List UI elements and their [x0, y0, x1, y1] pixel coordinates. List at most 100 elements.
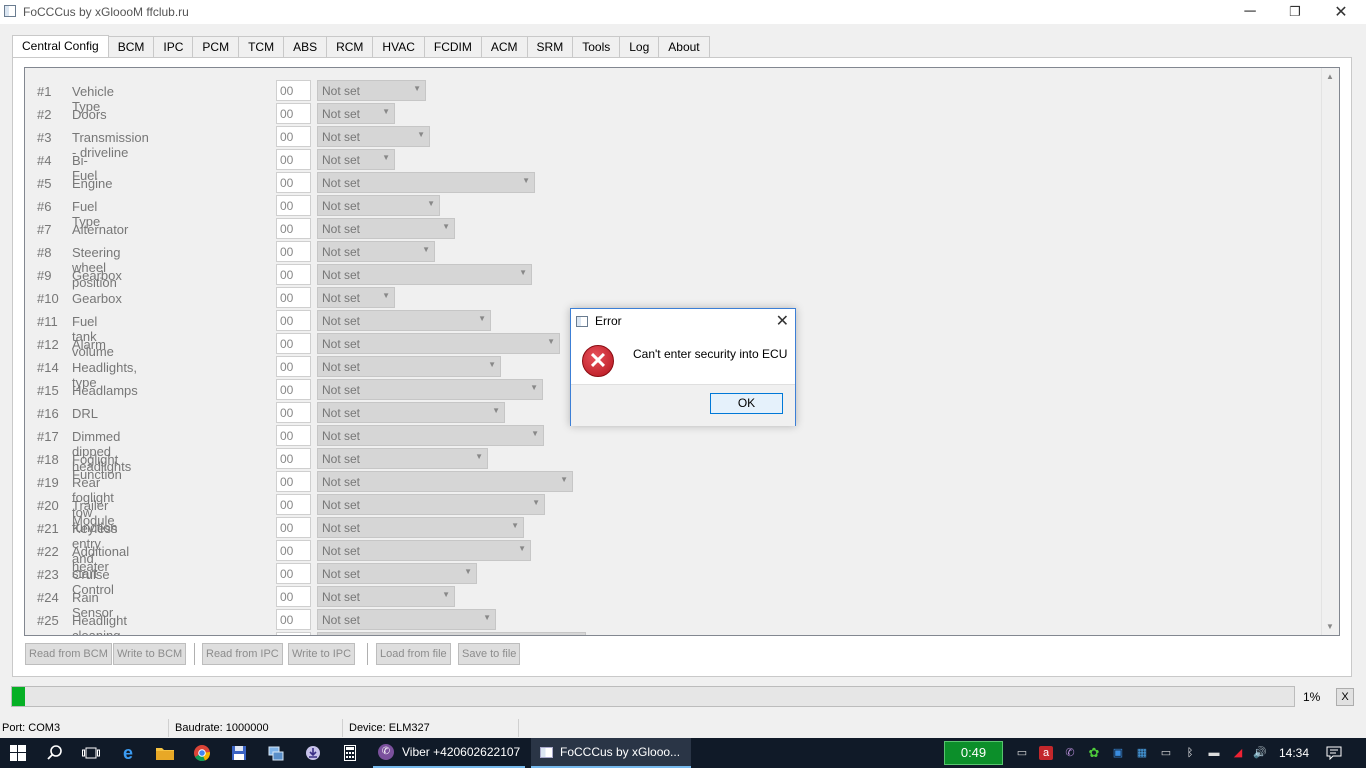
row-value-field[interactable]: 00	[276, 563, 311, 584]
tab-tcm[interactable]: TCM	[239, 36, 285, 58]
clock[interactable]: 14:34	[1274, 738, 1314, 768]
bluetooth-icon[interactable]: ᛒ	[1183, 746, 1197, 760]
save-disk-icon[interactable]	[225, 738, 253, 768]
row-option-select[interactable]: Not set ▼	[317, 80, 426, 101]
tab-ipc[interactable]: IPC	[154, 36, 194, 58]
wifi-disconnected-icon[interactable]: ◢	[1231, 746, 1245, 760]
row-option-select[interactable]: Not set ▼	[317, 172, 535, 193]
taskbar-app-foccus[interactable]: FoCCCus by xGlooo...	[531, 738, 691, 768]
row-value-field[interactable]: 00	[276, 80, 311, 101]
row-option-select[interactable]: Not set ▼	[317, 356, 501, 377]
row-value-field[interactable]: 00	[276, 149, 311, 170]
icq-icon[interactable]: ✿	[1087, 746, 1101, 760]
display-icon[interactable]: ▦	[1135, 746, 1149, 760]
task-view-icon[interactable]	[77, 738, 105, 768]
row-option-select[interactable]: Not set ▼	[317, 563, 477, 584]
load-file-button[interactable]: Load from file	[376, 643, 451, 665]
tab-abs[interactable]: ABS	[284, 36, 328, 58]
row-option-select[interactable]: Not set ▼	[317, 586, 455, 607]
row-option-select[interactable]: Not set ▼	[317, 425, 544, 446]
row-option-select[interactable]: Not set ▼	[317, 126, 430, 147]
row-value-field[interactable]: 00	[276, 333, 311, 354]
row-value-field[interactable]: 00	[276, 379, 311, 400]
row-value-field[interactable]: 00	[276, 103, 311, 124]
write-ipc-button[interactable]: Write to IPC	[288, 643, 356, 665]
row-value-field[interactable]: 00	[276, 494, 311, 515]
monitor-icon[interactable]: ▭	[1159, 746, 1173, 760]
chrome-icon[interactable]	[188, 738, 216, 768]
usb-icon[interactable]: ▣	[1111, 746, 1125, 760]
row-option-select[interactable]: Not set ▼	[317, 402, 505, 423]
tab-tools[interactable]: Tools	[573, 36, 621, 58]
row-option-select[interactable]: Not set ▼	[317, 103, 395, 124]
row-option-select[interactable]: Not set ▼	[317, 287, 395, 308]
write-bcm-button[interactable]: Write to BCM	[113, 643, 187, 665]
calculator-icon[interactable]	[336, 738, 364, 768]
antivirus-icon[interactable]: a	[1039, 746, 1053, 760]
vertical-scrollbar[interactable]: ▲ ▼	[1321, 68, 1339, 635]
row-value-field[interactable]: 00	[276, 218, 311, 239]
row-option-select[interactable]: Not set ▼	[317, 494, 545, 515]
download-icon[interactable]	[299, 738, 327, 768]
row-option-select[interactable]: Not set ▼	[317, 218, 455, 239]
close-button[interactable]: ✕	[1318, 0, 1364, 24]
ok-button[interactable]: OK	[710, 393, 783, 414]
read-bcm-button[interactable]: Read from BCM	[25, 643, 112, 665]
restore-button[interactable]: ❐	[1272, 0, 1318, 24]
tab-pcm[interactable]: PCM	[193, 36, 240, 58]
row-option-select[interactable]: Not set ▼	[317, 517, 524, 538]
tab-about[interactable]: About	[659, 36, 710, 58]
cancel-button[interactable]: X	[1336, 688, 1354, 706]
row-option-select[interactable]: Not set ▼	[317, 310, 491, 331]
row-option-select[interactable]: Not set ▼	[317, 379, 543, 400]
tab-rcm[interactable]: RCM	[327, 36, 374, 58]
row-value-field[interactable]: 00	[276, 586, 311, 607]
row-value-field[interactable]: 00	[276, 126, 311, 147]
row-value-field[interactable]: 00	[276, 287, 311, 308]
row-value-field[interactable]: 00	[276, 172, 311, 193]
tab-acm[interactable]: ACM	[481, 36, 528, 58]
row-option-select[interactable]: Not set ▼	[317, 471, 573, 492]
row-option-select[interactable]: Not set ▼	[317, 241, 435, 262]
row-value-field[interactable]: 00	[276, 471, 311, 492]
row-option-select[interactable]: Not set ▼	[317, 448, 488, 469]
save-file-button[interactable]: Save to file	[458, 643, 521, 665]
row-value-field[interactable]: 00	[276, 609, 311, 630]
row-value-field[interactable]: 00	[276, 517, 311, 538]
row-value-field[interactable]: 00	[276, 310, 311, 331]
read-ipc-button[interactable]: Read from IPC	[202, 643, 283, 665]
notification-icon[interactable]	[1320, 738, 1348, 768]
row-value-field[interactable]: 00	[276, 402, 311, 423]
row-value-field[interactable]: 00	[276, 540, 311, 561]
row-value-field[interactable]: 00	[276, 356, 311, 377]
row-option-select[interactable]: Not set ▼	[317, 609, 496, 630]
viber-tray-icon[interactable]: ✆	[1063, 746, 1077, 760]
tab-hvac[interactable]: HVAC	[373, 36, 425, 58]
minimize-button[interactable]: ─	[1227, 0, 1273, 24]
row-value-field[interactable]: 00	[276, 264, 311, 285]
row-value-field[interactable]: 00	[276, 425, 311, 446]
tray-network-card-icon[interactable]: ▭	[1015, 746, 1029, 760]
row-option-select[interactable]: Not set ▼	[317, 195, 440, 216]
tab-bcm[interactable]: BCM	[108, 36, 155, 58]
row-option-select[interactable]	[317, 632, 586, 635]
row-value-field[interactable]: 00	[276, 241, 311, 262]
dialog-close-icon[interactable]: ✕	[776, 311, 789, 331]
tab-srm[interactable]: SRM	[527, 36, 574, 58]
edge-icon[interactable]: e	[114, 738, 142, 768]
timer-widget[interactable]: 0:49	[944, 741, 1003, 765]
tab-fcdim[interactable]: FCDIM	[424, 36, 482, 58]
row-option-select[interactable]: Not set ▼	[317, 540, 531, 561]
tab-central-config[interactable]: Central Config	[12, 35, 109, 59]
volume-icon[interactable]: 🔊	[1253, 746, 1267, 760]
row-value-field[interactable]	[276, 632, 311, 635]
start-icon[interactable]	[4, 738, 32, 768]
scroll-down-icon[interactable]: ▼	[1326, 622, 1334, 631]
row-value-field[interactable]: 00	[276, 195, 311, 216]
file-explorer-icon[interactable]	[151, 738, 179, 768]
search-icon[interactable]	[41, 738, 69, 768]
tab-log[interactable]: Log	[620, 36, 660, 58]
battery-icon[interactable]: ▬	[1207, 746, 1221, 760]
scroll-up-icon[interactable]: ▲	[1326, 72, 1334, 81]
row-value-field[interactable]: 00	[276, 448, 311, 469]
